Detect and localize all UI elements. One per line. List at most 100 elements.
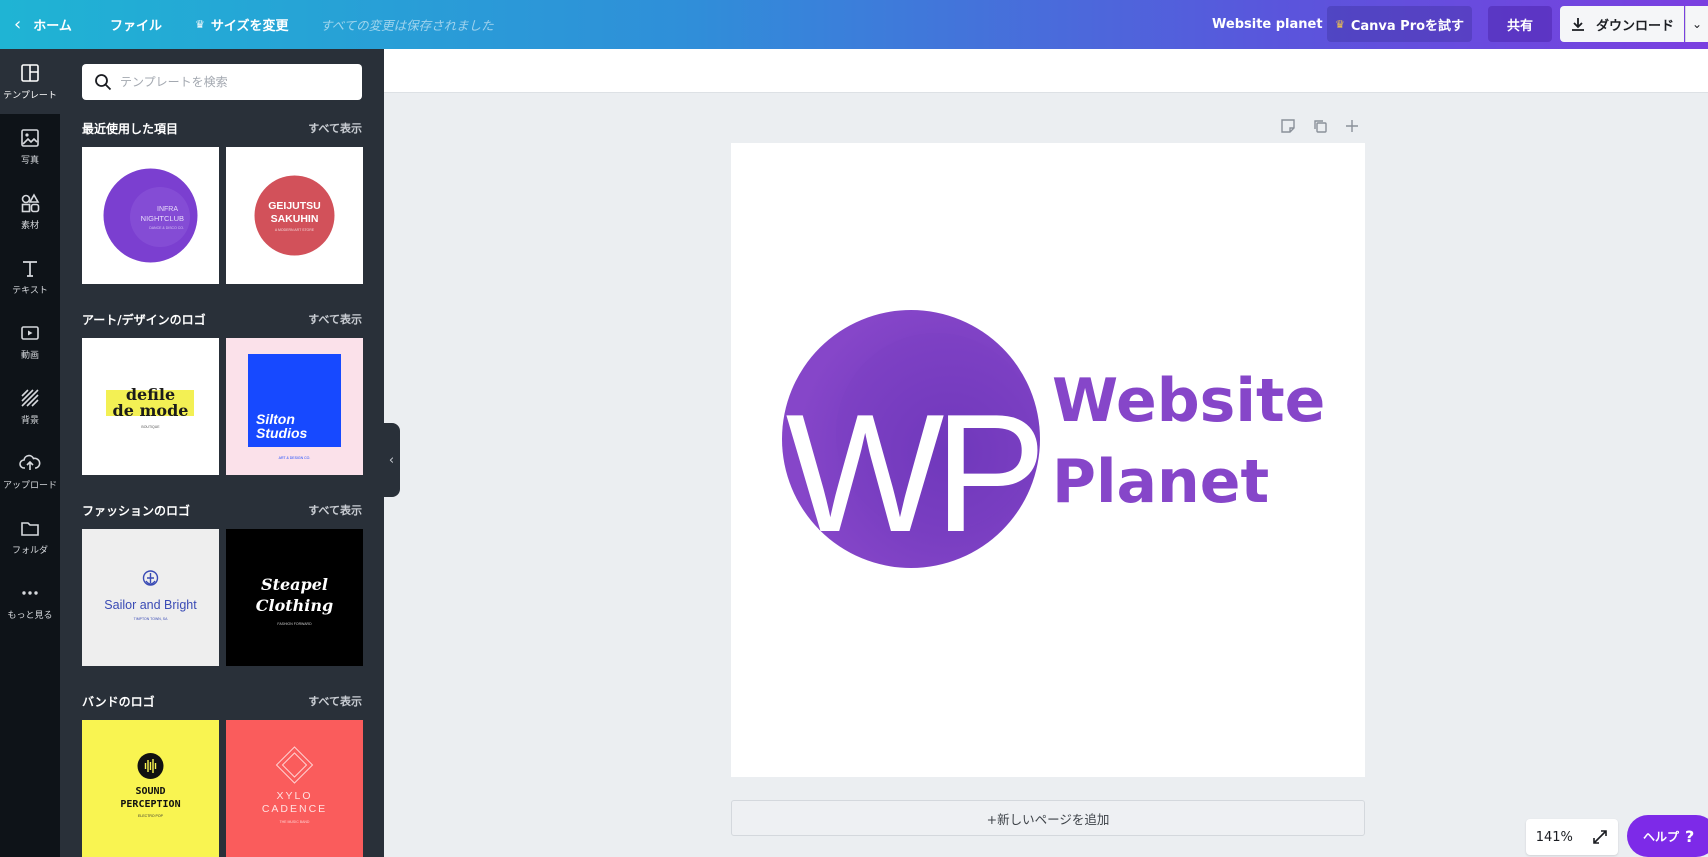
rail-item-text[interactable]: テキスト: [0, 244, 60, 309]
template-thumb-infra-nightclub[interactable]: INFRA NIGHTCLUB DANCE & DISCO CO.: [82, 147, 219, 284]
template-thumb-silton-studios[interactable]: Silton Studios ART & DESIGN CO.: [226, 338, 363, 475]
home-button[interactable]: ‹ ホーム: [14, 0, 72, 49]
section-title: ファッションのロゴ: [82, 503, 191, 518]
zoom-control[interactable]: 141%: [1526, 819, 1618, 855]
logo-title-line1: Website: [1052, 366, 1325, 436]
side-nav-rail: テンプレート 写真 素材 テキスト 動画 背景 アップロード フォルダ もっと見…: [0, 49, 60, 857]
thumb-text: GEIJUTSU: [268, 200, 321, 212]
search-icon: [95, 74, 112, 91]
template-search-box[interactable]: [82, 64, 362, 100]
search-input[interactable]: [120, 75, 350, 89]
add-note-icon[interactable]: [1279, 117, 1297, 135]
template-preview: XYLO CADENCE THE MUSIC BAND: [262, 746, 327, 824]
home-label: ホーム: [33, 19, 72, 34]
rail-item-photos[interactable]: 写真: [0, 114, 60, 179]
crown-icon: ♛: [1334, 17, 1345, 31]
design-title[interactable]: Website planet: [1212, 0, 1323, 49]
template-thumb-sailor-and-bright[interactable]: Sailor and Bright TIMPTON TOWN, SA: [82, 529, 219, 666]
rail-item-elements[interactable]: 素材: [0, 179, 60, 244]
thumb-text: BOUTIQUE: [141, 425, 160, 429]
collapse-panel-button[interactable]: ‹: [383, 423, 400, 497]
pro-label: Canva Proを試す: [1350, 18, 1465, 34]
page-tools: [1279, 117, 1361, 135]
thumb-text: TIMPTON TOWN, SA: [134, 617, 169, 621]
fullscreen-icon[interactable]: [1592, 829, 1608, 845]
thumb-text: FASHION FORWARD: [277, 622, 312, 626]
section-header: 最近使用した項目 すべて表示: [82, 118, 362, 138]
upload-icon: [19, 454, 41, 470]
chevron-down-icon[interactable]: ⌄: [1685, 6, 1708, 42]
thumb-text: SAKUHIN: [271, 213, 319, 225]
thumb-text: XYLO: [276, 790, 312, 802]
logo-artwork[interactable]: WP Website Planet: [731, 143, 1365, 777]
save-status: すべての変更は保存されました: [320, 18, 494, 33]
editor-toolbar-strip: [384, 49, 1708, 93]
template-preview: INFRA NIGHTCLUB DANCE & DISCO CO.: [103, 168, 198, 263]
thumb-text: PERCEPTION: [120, 799, 180, 810]
rail-item-video[interactable]: 動画: [0, 309, 60, 374]
chevron-left-icon: ‹: [14, 14, 22, 35]
anchor-icon: [142, 570, 159, 586]
photo-icon: [21, 129, 39, 147]
resize-button[interactable]: ♛ サイズを変更: [195, 0, 289, 49]
file-menu-button[interactable]: ファイル: [110, 0, 162, 49]
rail-label: 動画: [20, 351, 39, 361]
template-preview: SOUND PERCEPTION ELECTRO POP: [120, 753, 181, 818]
section-header: ファッションのロゴ すべて表示: [82, 500, 362, 520]
see-all-link[interactable]: すべて表示: [308, 311, 362, 327]
help-button[interactable]: ヘルプ ?: [1627, 815, 1708, 857]
thumb-text: ELECTRO POP: [138, 814, 164, 818]
template-thumb-sound-perception[interactable]: SOUND PERCEPTION ELECTRO POP: [82, 720, 219, 857]
section-title: 最近使用した項目: [82, 121, 179, 136]
logo-title-line2: Planet: [1052, 447, 1269, 517]
rail-label: もっと見る: [7, 611, 53, 621]
section-header: アート/デザインのロゴ すべて表示: [82, 309, 362, 329]
rail-item-templates[interactable]: テンプレート: [0, 49, 60, 114]
rail-item-uploads[interactable]: アップロード: [0, 439, 60, 504]
rail-item-folders[interactable]: フォルダ: [0, 504, 60, 569]
template-thumb-steapel-clothing[interactable]: Steapel Clothing FASHION FORWARD: [226, 529, 363, 666]
duplicate-page-icon[interactable]: [1311, 117, 1329, 135]
design-page[interactable]: WP Website Planet: [731, 143, 1365, 777]
rail-label: アップロード: [2, 481, 57, 491]
template-thumb-defile-de-mode[interactable]: defile de mode BOUTIQUE: [82, 338, 219, 475]
template-preview: Sailor and Bright TIMPTON TOWN, SA: [104, 570, 197, 621]
see-all-link[interactable]: すべて表示: [308, 120, 362, 136]
add-new-page-button[interactable]: +新しいページを追加: [731, 800, 1365, 836]
template-thumb-xylo-cadence[interactable]: XYLO CADENCE THE MUSIC BAND: [226, 720, 363, 857]
zoom-level[interactable]: 141%: [1536, 830, 1573, 845]
thumb-text: NIGHTCLUB: [141, 214, 184, 223]
logo-monogram: WP: [786, 379, 1039, 567]
thumb-text: ART & DESIGN CO.: [279, 456, 311, 460]
thumb-text: Studios: [256, 425, 308, 441]
see-all-link[interactable]: すべて表示: [308, 693, 362, 709]
thumb-text: Clothing: [256, 596, 333, 615]
see-all-link[interactable]: すべて表示: [308, 502, 362, 518]
template-thumb-geijutsu-sakuhin[interactable]: GEIJUTSU SAKUHIN A MODERN ART STORE: [226, 147, 363, 284]
rail-label: 背景: [20, 416, 39, 426]
folder-icon: [21, 522, 39, 536]
more-icon: [22, 591, 38, 595]
thumb-text: CADENCE: [262, 803, 327, 815]
crown-icon: ♛: [195, 18, 205, 31]
rail-label: フォルダ: [11, 546, 48, 556]
template-preview: GEIJUTSU SAKUHIN A MODERN ART STORE: [254, 175, 335, 256]
try-canva-pro-button[interactable]: ♛ Canva Proを試す: [1327, 6, 1472, 42]
text-icon: [23, 261, 37, 277]
download-button[interactable]: ダウンロード: [1560, 6, 1684, 42]
section-title: アート/デザインのロゴ: [82, 312, 206, 327]
video-icon: [21, 326, 39, 340]
add-page-icon[interactable]: [1343, 117, 1361, 135]
rail-label: 写真: [20, 156, 39, 166]
help-label: ヘルプ: [1643, 829, 1680, 844]
thumb-text: THE MUSIC BAND: [280, 820, 310, 824]
chevron-left-icon: ‹: [388, 452, 395, 468]
question-icon: ?: [1685, 826, 1695, 846]
template-preview: Silton Studios ART & DESIGN CO.: [248, 354, 341, 460]
share-button[interactable]: 共有: [1488, 6, 1552, 42]
thumb-text: SOUND: [135, 786, 165, 797]
rail-item-more[interactable]: もっと見る: [0, 569, 60, 634]
rail-label: テンプレート: [3, 91, 57, 101]
thumb-text: A MODERN ART STORE: [275, 228, 315, 232]
rail-item-background[interactable]: 背景: [0, 374, 60, 439]
